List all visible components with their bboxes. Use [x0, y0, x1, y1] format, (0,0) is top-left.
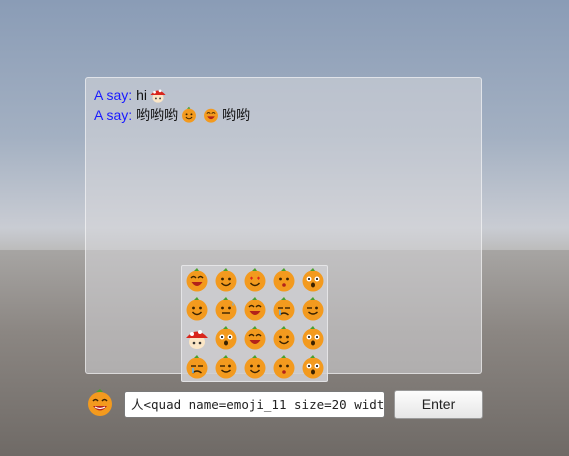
- orange-laugh-emoji-icon: [202, 106, 220, 124]
- orange-angry-emoji-icon[interactable]: [213, 325, 239, 351]
- message-input[interactable]: 人<quad name=emoji_11 size=20 widt: [124, 391, 385, 418]
- orange-heart-eyes-emoji-icon[interactable]: [242, 267, 268, 293]
- orange-cool-emoji-icon[interactable]: [242, 325, 268, 351]
- orange-smile-emoji-icon[interactable]: [184, 296, 210, 322]
- orange-confused-emoji-icon[interactable]: [300, 354, 326, 380]
- orange-sly-emoji-icon[interactable]: [213, 354, 239, 380]
- message-text: hi: [136, 87, 148, 103]
- orange-peek-emoji-icon[interactable]: [271, 354, 297, 380]
- red-mushroom-emoji-icon: [149, 86, 167, 104]
- emoji-picker: [181, 265, 328, 382]
- emoji-toggle-button[interactable]: [85, 388, 115, 418]
- message-text: 哟哟哟: [136, 107, 179, 123]
- orange-sweat-emoji-icon[interactable]: [213, 296, 239, 322]
- orange-surprised-emoji-icon[interactable]: [300, 267, 326, 293]
- chat-message: A say: hi: [94, 85, 169, 105]
- orange-shy-emoji-icon[interactable]: [242, 354, 268, 380]
- message-speaker: A say:: [94, 87, 133, 103]
- enter-button[interactable]: Enter: [394, 390, 483, 419]
- message-speaker: A say:: [94, 107, 133, 123]
- orange-laugh-emoji-icon[interactable]: [242, 296, 268, 322]
- orange-grin-emoji-icon[interactable]: [184, 267, 210, 293]
- orange-kiss-emoji-icon[interactable]: [271, 267, 297, 293]
- orange-cry-emoji-icon[interactable]: [271, 296, 297, 322]
- chat-message: A say: 哟哟哟 哟哟: [94, 105, 250, 125]
- orange-happy-emoji-icon[interactable]: [213, 267, 239, 293]
- orange-tongue-emoji-icon[interactable]: [271, 325, 297, 351]
- orange-sleepy-emoji-icon[interactable]: [184, 354, 210, 380]
- orange-smile-emoji-icon: [180, 106, 198, 124]
- scene-background: A say: hi A say: 哟哟哟 哟哟 人<quad name=emoj…: [0, 0, 569, 456]
- orange-shock-emoji-icon[interactable]: [300, 325, 326, 351]
- red-mushroom-emoji-icon[interactable]: [184, 325, 210, 351]
- message-text: 哟哟: [222, 107, 251, 123]
- orange-wink-emoji-icon[interactable]: [300, 296, 326, 322]
- orange-grin-emoji-icon: [88, 389, 112, 416]
